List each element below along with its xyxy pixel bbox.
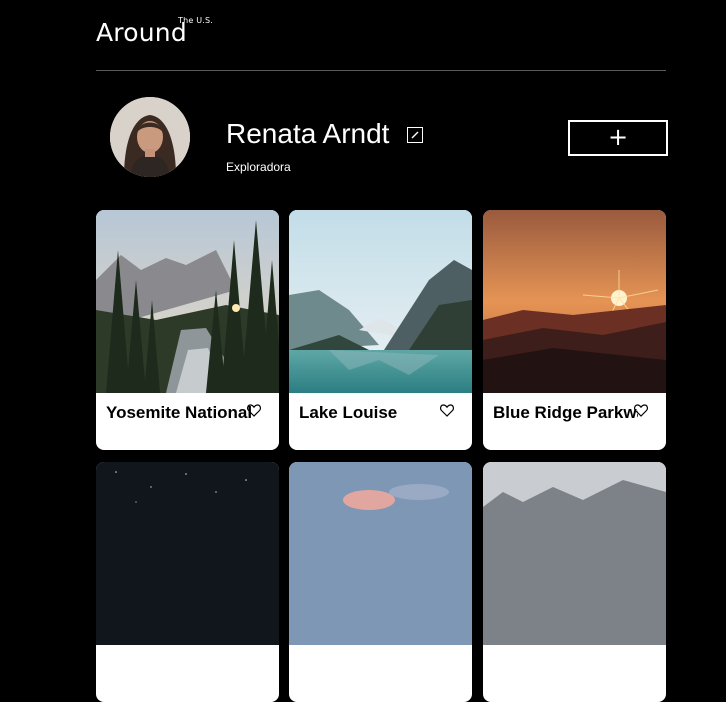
- place-photo[interactable]: [483, 210, 666, 393]
- place-title: Lake Louise: [299, 403, 398, 422]
- place-photo[interactable]: [289, 462, 472, 645]
- place-photo[interactable]: [96, 210, 279, 393]
- place-title: Yosemite National Park: [106, 403, 251, 422]
- place-photo[interactable]: [289, 210, 472, 393]
- place-card: [483, 462, 666, 702]
- place-photo[interactable]: [483, 462, 666, 645]
- add-place-button[interactable]: +: [568, 120, 668, 156]
- place-title: Blue Ridge Parkway: [493, 403, 638, 422]
- avatar[interactable]: [110, 97, 190, 177]
- heart-icon[interactable]: [246, 402, 262, 418]
- heart-icon[interactable]: [633, 402, 649, 418]
- heart-icon[interactable]: [439, 402, 455, 418]
- profile-name: Renata Arndt: [226, 118, 390, 149]
- edit-profile-button[interactable]: [407, 127, 423, 143]
- place-card: Yosemite National Park: [96, 210, 279, 450]
- place-card: Lake Louise: [289, 210, 472, 450]
- place-card: [96, 462, 279, 702]
- pencil-icon: [411, 131, 419, 139]
- place-photo[interactable]: [96, 462, 279, 645]
- profile-section: Renata Arndt Exploradora +: [0, 0, 726, 200]
- place-card: Blue Ridge Parkway: [483, 210, 666, 450]
- profile-description: Exploradora: [226, 160, 291, 174]
- place-card: [289, 462, 472, 702]
